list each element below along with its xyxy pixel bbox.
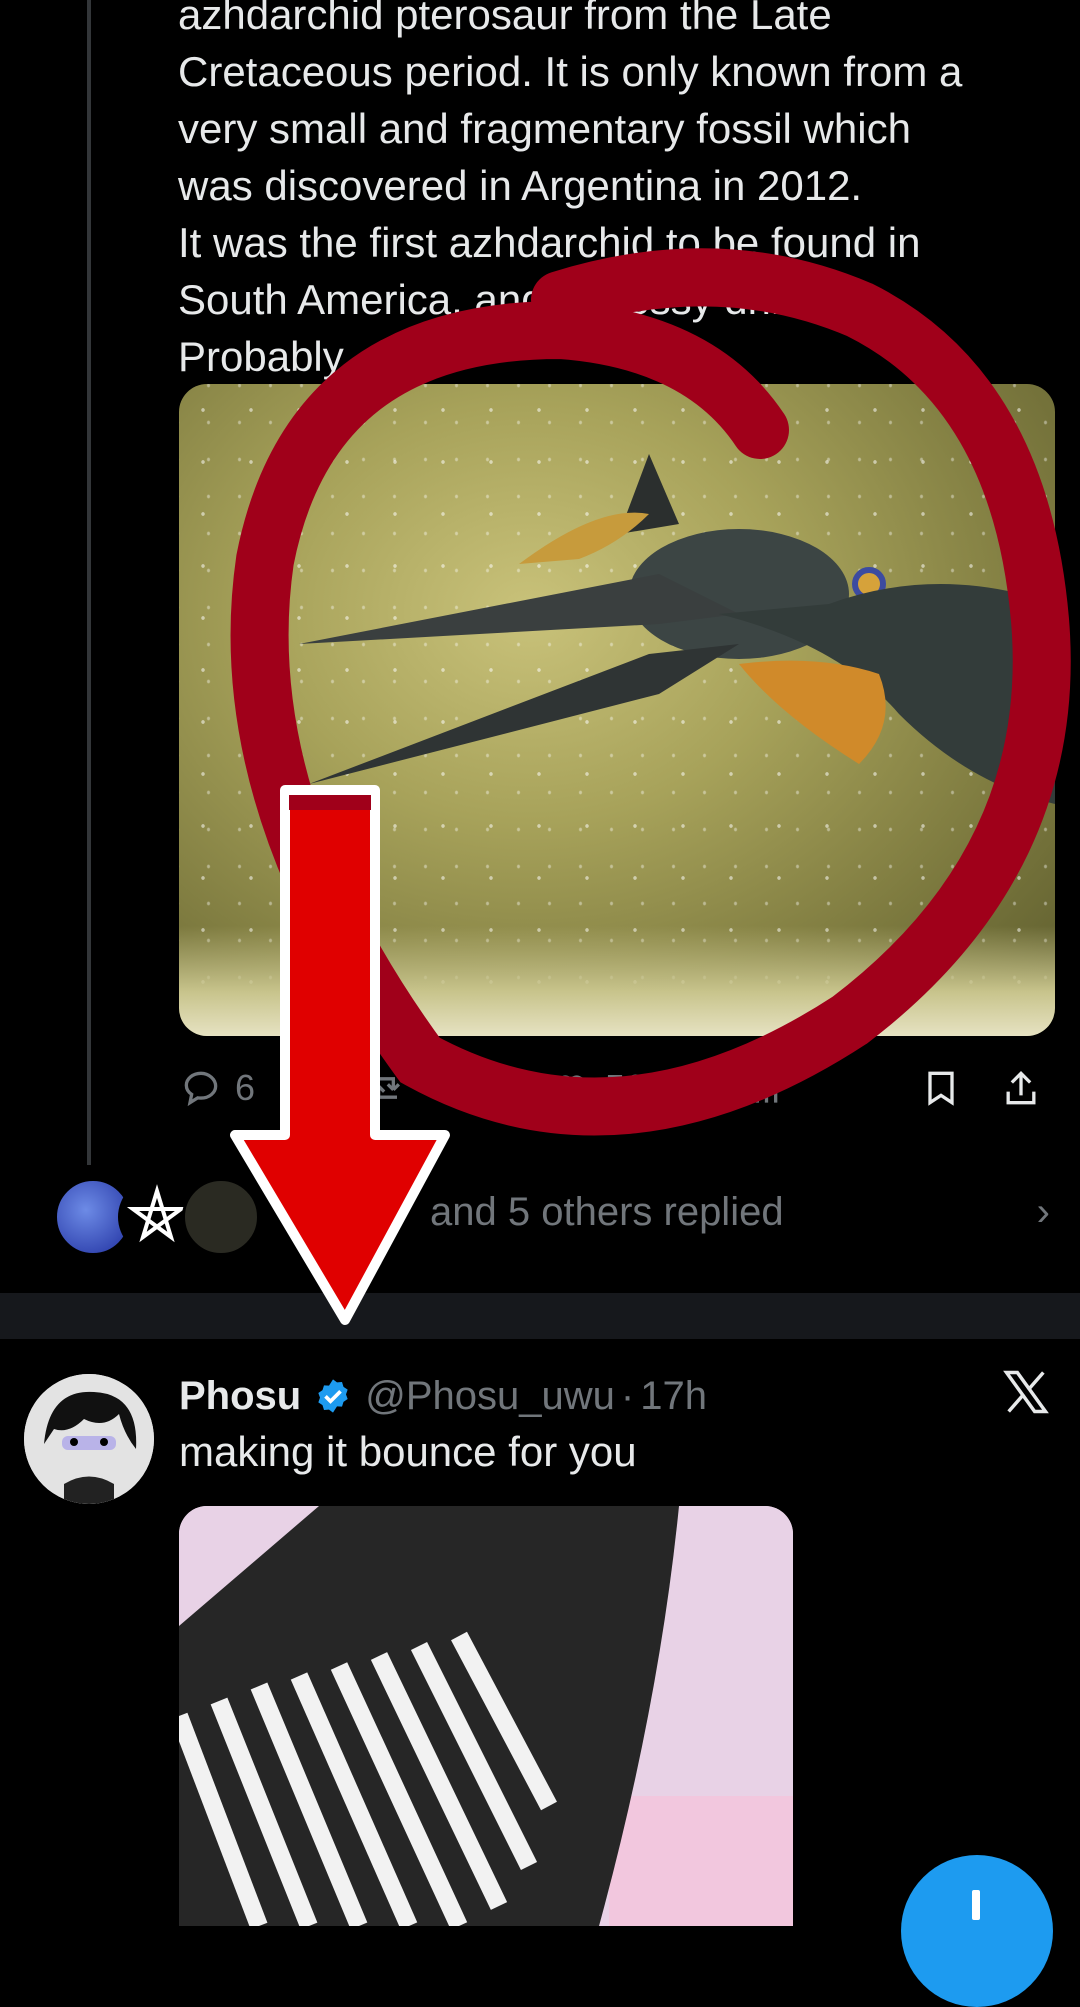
tweet-text: making it bounce for you [179, 1428, 637, 1475]
heart-icon [556, 1075, 586, 1105]
share-icon [1006, 1070, 1036, 1105]
tweet-media-image[interactable] [179, 1506, 793, 1926]
timestamp[interactable]: 17h [640, 1374, 707, 1419]
tweet-media-image[interactable] [179, 384, 1055, 1036]
thread-line [87, 0, 91, 1165]
replied-summary: and 5 others replied [430, 1190, 784, 1234]
username-handle[interactable]: @Phosu_uwu [365, 1374, 615, 1419]
reply-button[interactable]: 6 [179, 1060, 255, 1116]
reply-count: 6 [235, 1067, 256, 1108]
views-icon [746, 1077, 778, 1103]
display-name[interactable]: Phosu [179, 1374, 301, 1419]
like-count: 563 [605, 1067, 666, 1108]
compose-plus-icon [972, 1890, 980, 1920]
compose-button[interactable] [901, 1855, 1053, 2007]
retweet-icon [371, 1077, 401, 1099]
reply-icon [184, 1071, 218, 1107]
verified-badge-icon [318, 1379, 348, 1413]
retweet-button[interactable] [364, 1060, 408, 1116]
bookmark-button[interactable] [919, 1060, 963, 1116]
feed-separator [0, 1293, 1080, 1339]
views-button[interactable] [739, 1060, 783, 1116]
like-button[interactable]: 563 [549, 1060, 665, 1116]
others-replied-row[interactable]: and 5 others replied › [0, 1170, 1080, 1260]
share-button[interactable] [999, 1060, 1043, 1116]
replied-avatars [54, 1178, 260, 1256]
tweet-text: azhdarchid pterosaur from the Late Creta… [178, 0, 963, 380]
tweet-actions: 6 563 [179, 1060, 1059, 1116]
avatar[interactable] [24, 1374, 154, 1504]
tweet-header: Phosu @Phosu_uwu · 17h [179, 1368, 707, 1424]
dot-separator: · [620, 1373, 635, 1418]
avatar [182, 1178, 260, 1256]
x-logo-icon[interactable] [1000, 1366, 1052, 1418]
chevron-right-icon: › [1036, 1190, 1050, 1234]
bookmark-icon [928, 1071, 954, 1106]
